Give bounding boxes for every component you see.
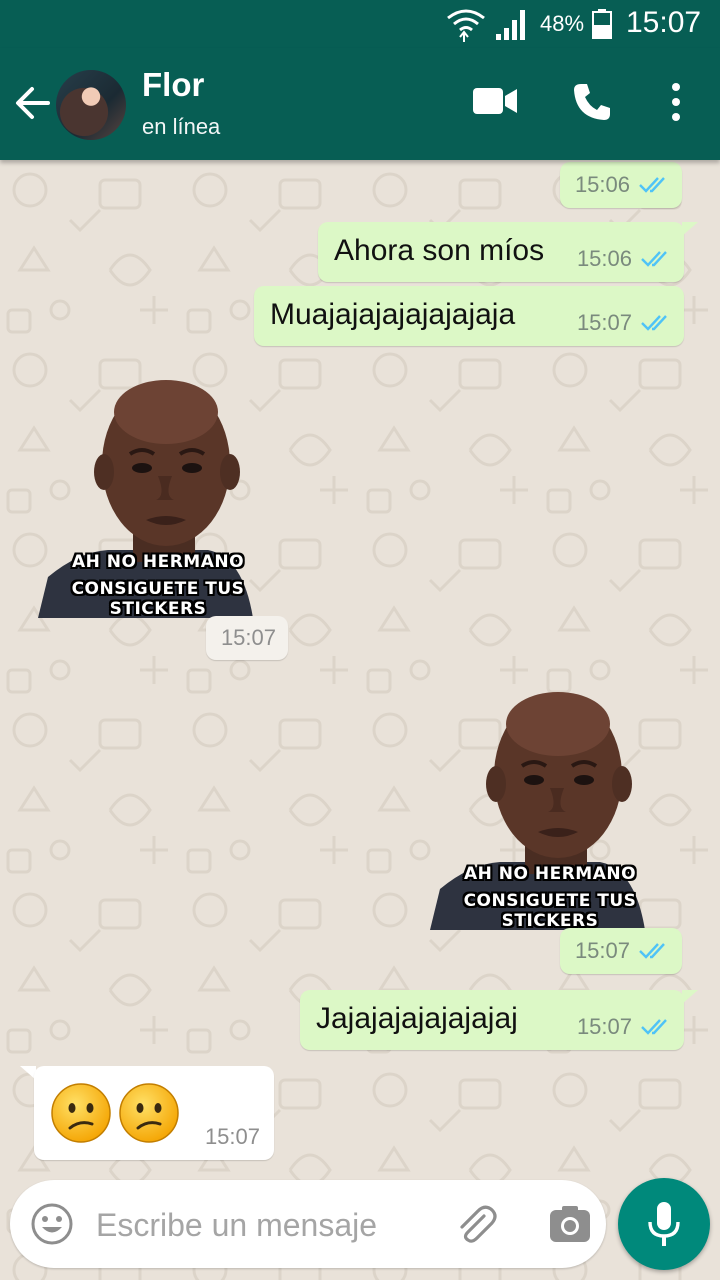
message-meta: 15:07 bbox=[221, 625, 276, 651]
sticker-caption-line2: CONSIGUETE TUS STICKERS bbox=[463, 891, 637, 931]
confused-face-emoji-icon bbox=[51, 1083, 111, 1143]
sticker-time-chip: 15:07 bbox=[206, 616, 288, 660]
confused-face-emoji-icon bbox=[119, 1083, 179, 1143]
outgoing-message[interactable]: Ahora son míos 15:06 bbox=[318, 222, 684, 282]
message-meta: 15:07 bbox=[205, 1124, 260, 1150]
message-text: Jajajajajajajajaj bbox=[316, 1002, 518, 1035]
bubble-tail bbox=[682, 222, 698, 236]
battery-percent: 48% bbox=[540, 11, 585, 36]
voice-message-button[interactable] bbox=[618, 1178, 710, 1270]
outgoing-message[interactable]: Muajajajajajajajaja 15:07 bbox=[254, 286, 684, 346]
emoji-content bbox=[50, 1082, 180, 1144]
message-input[interactable] bbox=[94, 1200, 428, 1250]
wifi-icon bbox=[447, 9, 485, 42]
sticker-caption-line1: AH NO HERMANO bbox=[463, 864, 637, 884]
read-receipt-icon bbox=[639, 177, 665, 193]
microphone-icon bbox=[648, 1202, 680, 1246]
read-receipt-icon bbox=[641, 315, 667, 331]
contact-avatar[interactable] bbox=[56, 70, 126, 140]
status-bar: 48% 15:07 bbox=[0, 0, 720, 48]
chat-header: Flor en línea bbox=[0, 48, 720, 160]
message-time: 15:07 bbox=[576, 310, 632, 335]
sticker-caption-line1: AH NO HERMANO bbox=[71, 552, 245, 572]
message-text: Ahora son míos bbox=[334, 234, 545, 267]
contact-name[interactable]: Flor bbox=[142, 66, 204, 104]
message-time: 15:07 bbox=[574, 938, 630, 963]
sticker-time-chip: 15:07 bbox=[560, 928, 682, 974]
bubble-tail bbox=[682, 990, 698, 1004]
message-text: Muajajajajajajajaja bbox=[270, 298, 516, 331]
contact-status: en línea bbox=[142, 114, 221, 139]
outgoing-sticker[interactable]: AH NO HERMANO CONSIGUETE TUS STICKERS bbox=[430, 684, 670, 931]
back-arrow-icon[interactable] bbox=[14, 84, 52, 122]
incoming-sticker[interactable]: AH NO HERMANO CONSIGUETE TUS STICKERS bbox=[38, 372, 278, 619]
read-receipt-icon bbox=[641, 251, 667, 267]
battery-icon bbox=[592, 9, 612, 39]
message-meta: 15:07 bbox=[575, 938, 668, 964]
message-meta: 15:07 bbox=[577, 310, 670, 336]
read-receipt-icon bbox=[641, 1019, 667, 1035]
emoji-picker-icon[interactable] bbox=[30, 1202, 74, 1246]
message-time: 15:06 bbox=[576, 246, 632, 271]
sticker-caption-line2: CONSIGUETE TUS STICKERS bbox=[71, 579, 245, 619]
signal-icon bbox=[496, 10, 525, 40]
message-time: 15:07 bbox=[220, 625, 276, 650]
incoming-message[interactable]: 15:07 bbox=[34, 1066, 274, 1160]
attach-icon[interactable] bbox=[454, 1202, 498, 1246]
message-time: 15:07 bbox=[576, 1014, 632, 1039]
message-meta: 15:07 bbox=[577, 1014, 670, 1040]
message-composer bbox=[10, 1180, 606, 1268]
phone-call-icon[interactable] bbox=[572, 82, 612, 122]
message-time: 15:07 bbox=[204, 1124, 260, 1149]
clock: 15:07 bbox=[626, 6, 702, 39]
message-meta: 15:06 bbox=[575, 172, 668, 198]
read-receipt-icon bbox=[639, 943, 665, 959]
message-time: 15:06 bbox=[574, 172, 630, 197]
outgoing-message[interactable]: Jajajajajajajajaj 15:07 bbox=[300, 990, 684, 1050]
message-meta: 15:06 bbox=[577, 246, 670, 272]
outgoing-message-fragment[interactable]: 15:06 bbox=[560, 162, 682, 208]
video-call-icon[interactable] bbox=[472, 86, 518, 116]
camera-icon[interactable] bbox=[548, 1204, 592, 1244]
more-options-icon[interactable] bbox=[668, 82, 684, 122]
